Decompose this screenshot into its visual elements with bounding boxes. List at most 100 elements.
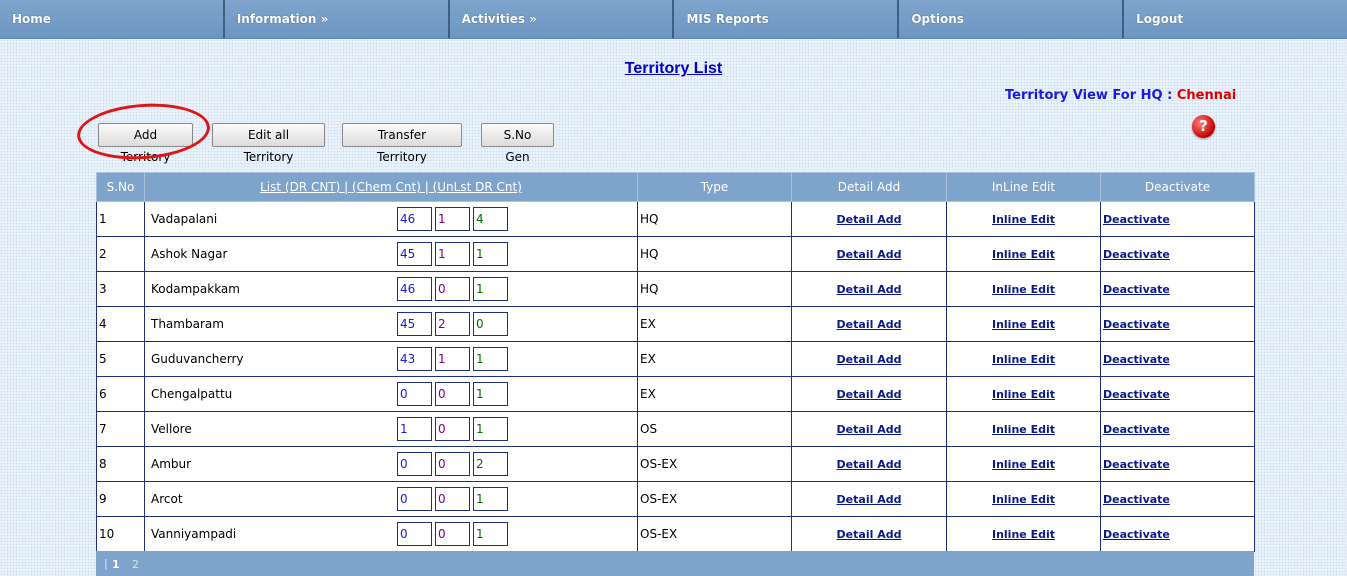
territory-name: Kodampakkam — [151, 282, 240, 296]
inline-edit-link[interactable]: Inline Edit — [992, 248, 1055, 261]
detail-add-link[interactable]: Detail Add — [837, 528, 902, 541]
row-type: EX — [637, 306, 792, 342]
inline-edit-link[interactable]: Inline Edit — [992, 458, 1055, 471]
header-list-link[interactable]: List (DR CNT) | (Chem Cnt) | (UnLst DR C… — [260, 180, 522, 194]
nav-logout[interactable]: Logout — [1124, 0, 1347, 38]
deactivate-link[interactable]: Deactivate — [1103, 283, 1170, 296]
territory-name: Ambur — [151, 457, 192, 471]
row-detail-cell: Detail Add — [791, 481, 947, 517]
page-title-link[interactable]: Territory List — [625, 60, 723, 77]
chem-count-box: 1 — [435, 207, 470, 231]
table-header-row: S.No List (DR CNT) | (Chem Cnt) | (UnLst… — [96, 172, 1255, 202]
row-type: EX — [637, 341, 792, 377]
nav-mis-reports[interactable]: MIS Reports — [674, 0, 900, 38]
unlisted-dr-count-box: 1 — [473, 277, 508, 301]
deactivate-link[interactable]: Deactivate — [1103, 388, 1170, 401]
sno-gen-button[interactable]: S.No Gen — [481, 123, 554, 164]
header-list: List (DR CNT) | (Chem Cnt) | (UnLst DR C… — [144, 172, 638, 202]
detail-add-link[interactable]: Detail Add — [837, 353, 902, 366]
row-detail-cell: Detail Add — [791, 411, 947, 447]
detail-add-link[interactable]: Detail Add — [837, 458, 902, 471]
deactivate-link[interactable]: Deactivate — [1103, 213, 1170, 226]
table-row: 10 Vanniyampadi 0 0 1 OS-EX Detail Add Inline E… — [96, 516, 1255, 552]
deactivate-link[interactable]: Deactivate — [1103, 318, 1170, 331]
row-type: HQ — [637, 236, 792, 272]
inline-edit-link[interactable]: Inline Edit — [992, 493, 1055, 506]
row-deactivate-cell: Deactivate — [1100, 446, 1255, 482]
chem-count-box: 0 — [435, 417, 470, 441]
inline-edit-link[interactable]: Inline Edit — [992, 283, 1055, 296]
add-territory-button[interactable]: Add Territory — [98, 123, 193, 164]
deactivate-link[interactable]: Deactivate — [1103, 528, 1170, 541]
row-sno: 8 — [96, 446, 145, 482]
inline-edit-link[interactable]: Inline Edit — [992, 353, 1055, 366]
nav-options[interactable]: Options — [899, 0, 1125, 38]
inline-edit-link[interactable]: Inline Edit — [992, 423, 1055, 436]
unlisted-dr-count-box: 1 — [473, 242, 508, 266]
row-sno: 4 — [96, 306, 145, 342]
page-title: Territory List — [0, 60, 1347, 78]
row-type: EX — [637, 376, 792, 412]
inline-edit-link[interactable]: Inline Edit — [992, 388, 1055, 401]
row-list-cell: Thambaram 45 2 0 — [144, 306, 638, 342]
deactivate-link[interactable]: Deactivate — [1103, 458, 1170, 471]
row-list-cell: Vadapalani 46 1 4 — [144, 201, 638, 237]
dr-count-box: 0 — [397, 522, 432, 546]
detail-add-link[interactable]: Detail Add — [837, 213, 902, 226]
table-row: 3 Kodampakkam 46 0 1 HQ Detail Add Inline Edit D… — [96, 271, 1255, 307]
row-deactivate-cell: Deactivate — [1100, 271, 1255, 307]
table-row: 4 Thambaram 45 2 0 EX Detail Add Inline Edit Dea… — [96, 306, 1255, 342]
detail-add-link[interactable]: Detail Add — [837, 388, 902, 401]
territory-name: Ashok Nagar — [151, 247, 228, 261]
nav-information[interactable]: Information » — [225, 0, 450, 38]
row-inline-cell: Inline Edit — [946, 306, 1101, 342]
row-sno: 9 — [96, 481, 145, 517]
chem-count-box: 0 — [435, 277, 470, 301]
edit-all-territory-button[interactable]: Edit all Territory — [212, 123, 325, 164]
deactivate-link[interactable]: Deactivate — [1103, 423, 1170, 436]
deactivate-link[interactable]: Deactivate — [1103, 353, 1170, 366]
pager-page-1[interactable]: 1 — [112, 558, 120, 571]
nav-activities[interactable]: Activities » — [450, 0, 675, 38]
row-sno: 1 — [96, 201, 145, 237]
help-icon[interactable]: ? — [1192, 115, 1215, 138]
row-deactivate-cell: Deactivate — [1100, 516, 1255, 552]
inline-edit-link[interactable]: Inline Edit — [992, 213, 1055, 226]
row-deactivate-cell: Deactivate — [1100, 306, 1255, 342]
unlisted-dr-count-box: 1 — [473, 487, 508, 511]
unlisted-dr-count-box: 0 — [473, 312, 508, 336]
row-sno: 6 — [96, 376, 145, 412]
chem-count-box: 0 — [435, 522, 470, 546]
top-nav: Home Information » Activities » MIS Repo… — [0, 0, 1347, 39]
chem-count-box: 0 — [435, 382, 470, 406]
inline-edit-link[interactable]: Inline Edit — [992, 318, 1055, 331]
dr-count-box: 45 — [397, 312, 432, 336]
row-deactivate-cell: Deactivate — [1100, 376, 1255, 412]
table-row: 8 Ambur 0 0 2 OS-EX Detail Add Inline Edit Deact… — [96, 446, 1255, 482]
detail-add-link[interactable]: Detail Add — [837, 283, 902, 296]
row-list-cell: Chengalpattu 0 0 1 — [144, 376, 638, 412]
deactivate-link[interactable]: Deactivate — [1103, 248, 1170, 261]
row-list-cell: Vellore 1 0 1 — [144, 411, 638, 447]
territory-name: Vellore — [151, 422, 192, 436]
row-type: OS-EX — [637, 516, 792, 552]
row-type: OS — [637, 411, 792, 447]
detail-add-link[interactable]: Detail Add — [837, 423, 902, 436]
row-inline-cell: Inline Edit — [946, 446, 1101, 482]
detail-add-link[interactable]: Detail Add — [837, 248, 902, 261]
deactivate-link[interactable]: Deactivate — [1103, 493, 1170, 506]
table-row: 1 Vadapalani 46 1 4 HQ Detail Add Inline Edit De… — [96, 201, 1255, 237]
header-inline-edit: InLine Edit — [946, 172, 1101, 202]
detail-add-link[interactable]: Detail Add — [837, 493, 902, 506]
detail-add-link[interactable]: Detail Add — [837, 318, 902, 331]
table-row: 9 Arcot 0 0 1 OS-EX Detail Add Inline Edit Deact… — [96, 481, 1255, 517]
row-deactivate-cell: Deactivate — [1100, 236, 1255, 272]
pager-page-2[interactable]: 2 — [132, 558, 139, 571]
row-list-cell: Guduvancherry 43 1 1 — [144, 341, 638, 377]
hq-view: Territory View For HQ : Chennai — [1005, 88, 1236, 103]
table-row: 5 Guduvancherry 43 1 1 EX Detail Add Inline Edi… — [96, 341, 1255, 377]
nav-home[interactable]: Home — [0, 0, 225, 38]
territory-name: Chengalpattu — [151, 387, 233, 401]
transfer-territory-button[interactable]: Transfer Territory — [342, 123, 462, 164]
inline-edit-link[interactable]: Inline Edit — [992, 528, 1055, 541]
